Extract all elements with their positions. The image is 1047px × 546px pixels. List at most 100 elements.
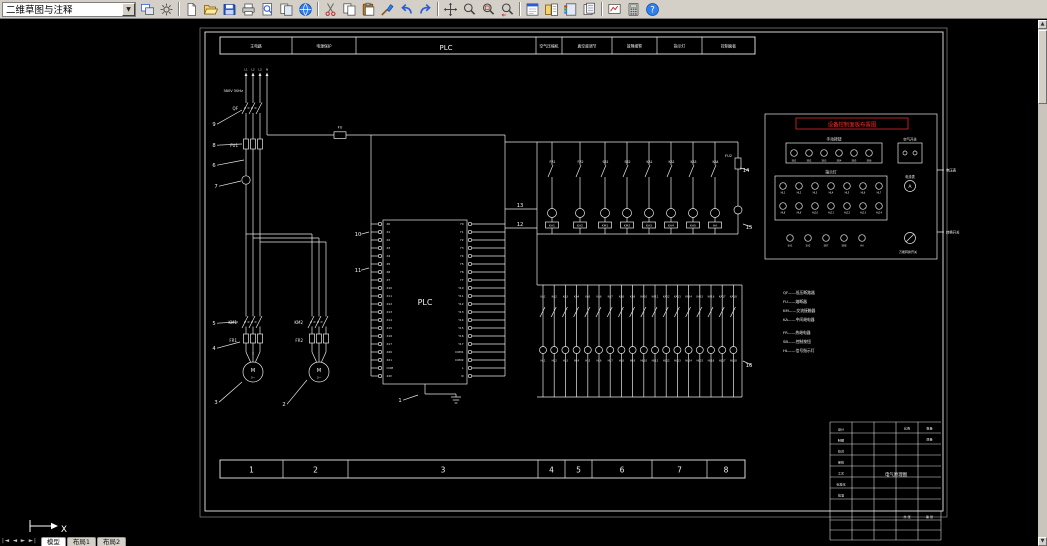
lamp-contact-label: KA18 (730, 295, 737, 299)
open-button[interactable] (201, 1, 220, 18)
scroll-up-icon[interactable]: ▲ (1038, 20, 1047, 29)
plc-terminal (467, 229, 473, 235)
header-cell-label: 控制面板 (721, 44, 736, 49)
zoom-realtime-button[interactable] (460, 1, 479, 18)
markup-icon (608, 3, 621, 14)
publish-button[interactable] (277, 1, 296, 18)
panel-lamp-label: HL11 (828, 211, 835, 214)
qnew-button[interactable] (182, 1, 201, 18)
plc-terminal (467, 221, 473, 227)
plot-preview-button[interactable] (258, 1, 277, 18)
relay-coil (710, 208, 720, 218)
workspace-settings-button[interactable] (157, 1, 176, 18)
save-button[interactable] (220, 1, 239, 18)
lamp-label: HL9 (630, 359, 635, 363)
lamp-contact-label: KA14 (685, 295, 692, 299)
panel-lamp (795, 182, 803, 190)
contact-label: SB1 (602, 160, 608, 164)
lamp-label: HL17 (719, 359, 726, 363)
header-cell-label: 指示灯 (674, 44, 686, 49)
motor2-sub: 3~ (317, 376, 322, 380)
motor1-label: M (251, 368, 255, 374)
indicator-lamp (662, 346, 671, 354)
zoom-window-button[interactable] (479, 1, 498, 18)
title-block (829, 421, 942, 541)
help-icon: ? (646, 2, 659, 16)
titleblock-cell-label: 数量 (926, 426, 932, 431)
coil-label: KA2 (577, 224, 583, 228)
feed-fuse-symbol (333, 131, 347, 139)
scroll-thumb[interactable] (1038, 30, 1047, 104)
panel-lamp (843, 202, 851, 210)
indicator-lamp (684, 346, 693, 354)
plot-button[interactable] (239, 1, 258, 18)
contact-tick (644, 164, 651, 178)
plc-terminal (377, 341, 383, 347)
vertical-scrollbar[interactable]: ▲ ▼ (1038, 20, 1047, 546)
contact-label: KA4 (712, 160, 718, 164)
scroll-down-icon[interactable]: ▼ (1038, 537, 1047, 546)
design-center-button[interactable] (542, 1, 561, 18)
plc-terminal (467, 253, 473, 259)
indicator-lamp (572, 346, 581, 354)
help-button[interactable]: ? (643, 1, 662, 18)
layout-tab[interactable]: 布局1 (66, 537, 97, 546)
copy-button[interactable] (340, 1, 359, 18)
paste-icon (362, 2, 375, 16)
control-lamp-symbol (733, 205, 743, 215)
undo-button[interactable] (397, 1, 416, 18)
panel-title: 设备控制面板布置图 (828, 120, 877, 128)
generated-lines (216, 37, 883, 478)
redo-button[interactable] (416, 1, 435, 18)
indicator-lamp (651, 346, 659, 354)
phase-label: L1 (244, 68, 248, 72)
pan-button[interactable] (441, 1, 460, 18)
workspace-combo[interactable]: 二维草图与注释 ▼ (2, 1, 136, 17)
plc-input-label: X0 (387, 222, 391, 226)
layout-tab[interactable]: 布局2 (97, 537, 127, 546)
panel-lamp (875, 182, 883, 190)
match-properties-button[interactable] (378, 1, 397, 18)
drawing-canvas[interactable]: 380V 50Hz L1 L2 L3 N QF FU1 FU FU2 KM1 K… (0, 20, 1038, 546)
plc-output-label: N (461, 374, 463, 378)
cut-button[interactable] (321, 1, 340, 18)
meter-symbol (241, 175, 251, 185)
header-cell-label: PLC (439, 44, 452, 52)
lamp-contact-label: KA15 (696, 295, 703, 299)
callout-number: 16 (746, 363, 753, 369)
etransmit-icon (299, 2, 312, 16)
cut-icon (325, 2, 336, 16)
workspace-button[interactable] (138, 1, 157, 18)
sheet-set-button[interactable] (580, 1, 599, 18)
plc-output-label: Y11 (458, 294, 463, 298)
callout-leader (360, 267, 370, 271)
etransmit-button[interactable] (296, 1, 315, 18)
layout-tab[interactable]: 模型 (40, 537, 66, 546)
toolbar-separator (519, 2, 521, 16)
contact-tick (595, 306, 602, 318)
markup-button[interactable] (605, 1, 624, 18)
titleblock-row-label: 制图 (838, 437, 844, 442)
quick-calc-button[interactable] (624, 1, 643, 18)
contact-tick (622, 164, 629, 178)
tab-nav-icons[interactable]: |◄ ◄ ► ►| (2, 537, 37, 546)
plc-output-label: Y6 (460, 270, 464, 274)
panel-lamp (811, 202, 819, 210)
lamp-contact-label: KA16 (708, 295, 715, 299)
lamp-contact-label: KA12 (663, 295, 670, 299)
plc-terminal (467, 341, 473, 347)
header-cell-label: 主电路 (250, 44, 262, 49)
zoom-previous-button[interactable] (498, 1, 517, 18)
plc-terminal (467, 325, 473, 331)
lamp-contact-label: KA5 (585, 295, 590, 299)
tool-palettes-button[interactable] (561, 1, 580, 18)
plc-terminal (377, 373, 383, 379)
plc-terminal (377, 301, 383, 307)
properties-button[interactable] (523, 1, 542, 18)
chevron-down-icon[interactable]: ▼ (122, 2, 135, 16)
paste-button[interactable] (359, 1, 378, 18)
titleblock-row-label: 工艺 (838, 470, 844, 475)
panel-air-switch-box (897, 142, 923, 164)
panel-selector-label: 万能转换开关 (899, 249, 917, 254)
drawing-frame (204, 31, 944, 512)
